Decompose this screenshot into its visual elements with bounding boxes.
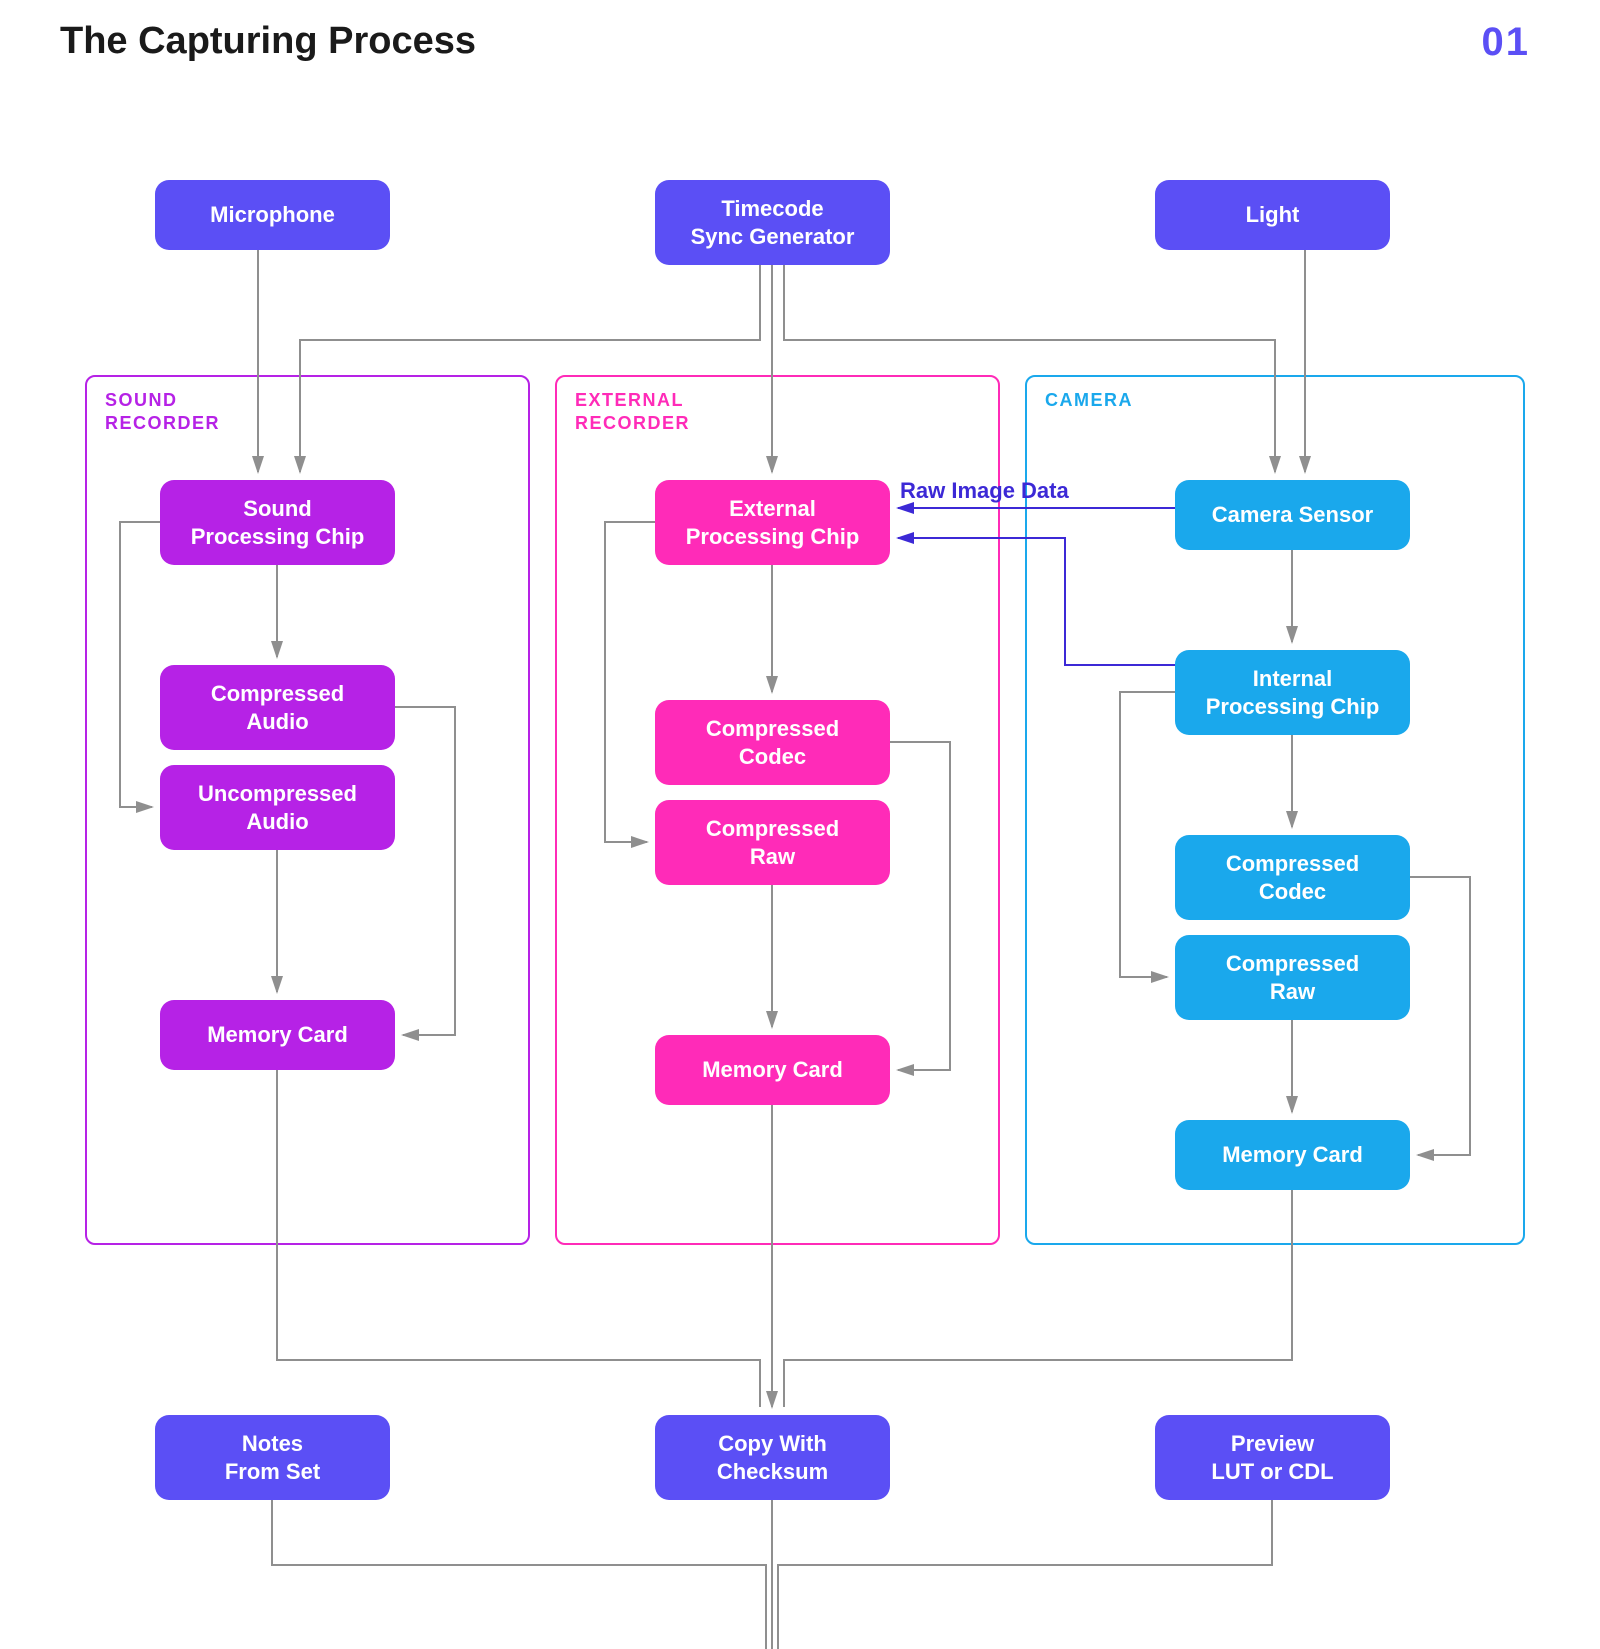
node-sound-memory-card: Memory Card	[160, 1000, 395, 1070]
node-uncompressed-audio: Uncompressed Audio	[160, 765, 395, 850]
node-ext-compressed-raw: Compressed Raw	[655, 800, 890, 885]
node-camera-sensor: Camera Sensor	[1175, 480, 1410, 550]
node-compressed-audio: Compressed Audio	[160, 665, 395, 750]
node-timecode-sync-generator: Timecode Sync Generator	[655, 180, 890, 265]
node-microphone: Microphone	[155, 180, 390, 250]
label-raw-image-data: Raw Image Data	[900, 478, 1069, 504]
group-label-external-recorder: EXTERNAL RECORDER	[575, 389, 690, 436]
node-external-processing-chip: External Processing Chip	[655, 480, 890, 565]
node-ext-compressed-codec: Compressed Codec	[655, 700, 890, 785]
node-cam-compressed-codec: Compressed Codec	[1175, 835, 1410, 920]
node-notes-from-set: Notes From Set	[155, 1415, 390, 1500]
node-internal-processing-chip: Internal Processing Chip	[1175, 650, 1410, 735]
node-light: Light	[1155, 180, 1390, 250]
page-number: 01	[1482, 20, 1531, 65]
page-title: The Capturing Process	[60, 20, 476, 63]
node-cam-memory-card: Memory Card	[1175, 1120, 1410, 1190]
node-copy-with-checksum: Copy With Checksum	[655, 1415, 890, 1500]
node-preview-lut-cdl: Preview LUT or CDL	[1155, 1415, 1390, 1500]
group-label-sound-recorder: SOUND RECORDER	[105, 389, 220, 436]
node-ext-memory-card: Memory Card	[655, 1035, 890, 1105]
node-cam-compressed-raw: Compressed Raw	[1175, 935, 1410, 1020]
node-sound-processing-chip: Sound Processing Chip	[160, 480, 395, 565]
group-label-camera: CAMERA	[1045, 389, 1133, 412]
